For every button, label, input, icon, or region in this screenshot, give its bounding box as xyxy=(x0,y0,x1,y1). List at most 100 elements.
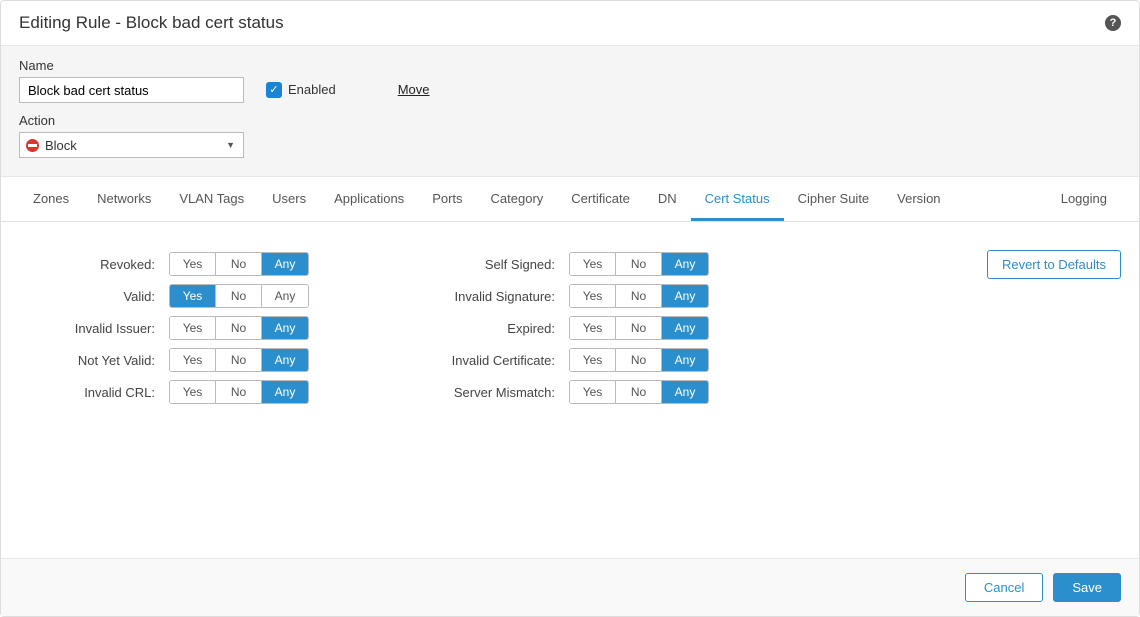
segmented-control: YesNoAny xyxy=(169,252,309,276)
tab-networks[interactable]: Networks xyxy=(83,177,165,221)
segment-any[interactable]: Any xyxy=(662,381,708,403)
name-field-block: Name xyxy=(19,58,244,103)
status-row: Server Mismatch:YesNoAny xyxy=(379,378,709,406)
segmented-control: YesNoAny xyxy=(569,348,709,372)
segment-no[interactable]: No xyxy=(216,381,262,403)
status-column-left: Revoked:YesNoAnyValid:YesNoAnyInvalid Is… xyxy=(19,250,309,530)
rule-dialog: Editing Rule - Block bad cert status ? N… xyxy=(0,0,1140,617)
segment-yes[interactable]: Yes xyxy=(170,349,216,371)
tab-category[interactable]: Category xyxy=(477,177,558,221)
form-area: Name ✓ Enabled Move Action Block ▼ xyxy=(1,46,1139,177)
action-select[interactable]: Block ▼ xyxy=(19,132,244,158)
segment-yes[interactable]: Yes xyxy=(570,285,616,307)
tab-zones[interactable]: Zones xyxy=(19,177,83,221)
segment-yes[interactable]: Yes xyxy=(170,253,216,275)
status-row: Invalid Signature:YesNoAny xyxy=(379,282,709,310)
segmented-control: YesNoAny xyxy=(569,316,709,340)
tab-cipher-suite[interactable]: Cipher Suite xyxy=(784,177,884,221)
segment-no[interactable]: No xyxy=(216,317,262,339)
segment-no[interactable]: No xyxy=(216,285,262,307)
segmented-control: YesNoAny xyxy=(169,380,309,404)
segment-any[interactable]: Any xyxy=(662,349,708,371)
segment-no[interactable]: No xyxy=(216,349,262,371)
status-row: Not Yet Valid:YesNoAny xyxy=(19,346,309,374)
status-column-right: Self Signed:YesNoAnyInvalid Signature:Ye… xyxy=(379,250,709,530)
segment-any[interactable]: Any xyxy=(262,317,308,339)
segmented-control: YesNoAny xyxy=(169,316,309,340)
dialog-title: Editing Rule - Block bad cert status xyxy=(19,13,284,33)
segmented-control: YesNoAny xyxy=(569,380,709,404)
segment-yes[interactable]: Yes xyxy=(170,381,216,403)
segment-yes[interactable]: Yes xyxy=(570,381,616,403)
status-row: Self Signed:YesNoAny xyxy=(379,250,709,278)
segmented-control: YesNoAny xyxy=(569,252,709,276)
status-row: Valid:YesNoAny xyxy=(19,282,309,310)
status-label: Invalid Certificate: xyxy=(379,353,569,368)
segment-no[interactable]: No xyxy=(616,317,662,339)
status-row: Expired:YesNoAny xyxy=(379,314,709,342)
segmented-control: YesNoAny xyxy=(169,284,309,308)
status-row: Invalid CRL:YesNoAny xyxy=(19,378,309,406)
status-label: Self Signed: xyxy=(379,257,569,272)
segment-no[interactable]: No xyxy=(616,253,662,275)
tab-dn[interactable]: DN xyxy=(644,177,691,221)
name-row: Name ✓ Enabled Move xyxy=(19,58,1121,103)
status-label: Invalid Signature: xyxy=(379,289,569,304)
status-label: Invalid Issuer: xyxy=(19,321,169,336)
cancel-button[interactable]: Cancel xyxy=(965,573,1043,602)
segment-any[interactable]: Any xyxy=(662,285,708,307)
segment-yes[interactable]: Yes xyxy=(570,349,616,371)
tab-users[interactable]: Users xyxy=(258,177,320,221)
revert-button[interactable]: Revert to Defaults xyxy=(987,250,1121,279)
name-label: Name xyxy=(19,58,244,73)
segment-no[interactable]: No xyxy=(616,381,662,403)
tabs-bar: ZonesNetworksVLAN TagsUsersApplicationsP… xyxy=(1,177,1139,222)
tab-logging[interactable]: Logging xyxy=(1047,177,1121,221)
enabled-checkbox-wrap: ✓ Enabled xyxy=(266,82,336,98)
help-icon[interactable]: ? xyxy=(1105,15,1121,31)
status-label: Valid: xyxy=(19,289,169,304)
segment-no[interactable]: No xyxy=(616,349,662,371)
chevron-down-icon: ▼ xyxy=(226,140,235,150)
status-label: Server Mismatch: xyxy=(379,385,569,400)
segment-no[interactable]: No xyxy=(216,253,262,275)
segment-any[interactable]: Any xyxy=(662,317,708,339)
segment-yes[interactable]: Yes xyxy=(570,253,616,275)
action-value: Block xyxy=(45,138,77,153)
tab-vlan-tags[interactable]: VLAN Tags xyxy=(165,177,258,221)
status-row: Revoked:YesNoAny xyxy=(19,250,309,278)
enabled-label: Enabled xyxy=(288,82,336,97)
segmented-control: YesNoAny xyxy=(569,284,709,308)
segment-yes[interactable]: Yes xyxy=(170,317,216,339)
segment-yes[interactable]: Yes xyxy=(170,285,216,307)
status-label: Revoked: xyxy=(19,257,169,272)
move-link[interactable]: Move xyxy=(398,82,430,97)
status-row: Invalid Certificate:YesNoAny xyxy=(379,346,709,374)
name-input[interactable] xyxy=(19,77,244,103)
dialog-header: Editing Rule - Block bad cert status ? xyxy=(1,1,1139,46)
action-label: Action xyxy=(19,113,1121,128)
save-button[interactable]: Save xyxy=(1053,573,1121,602)
block-icon xyxy=(26,139,39,152)
enabled-checkbox[interactable]: ✓ xyxy=(266,82,282,98)
tab-cert-status[interactable]: Cert Status xyxy=(691,177,784,221)
tab-certificate[interactable]: Certificate xyxy=(557,177,644,221)
action-field-block: Action Block ▼ xyxy=(19,113,1121,158)
segment-any[interactable]: Any xyxy=(262,285,308,307)
segment-yes[interactable]: Yes xyxy=(570,317,616,339)
segment-any[interactable]: Any xyxy=(662,253,708,275)
segment-any[interactable]: Any xyxy=(262,253,308,275)
segmented-control: YesNoAny xyxy=(169,348,309,372)
tab-ports[interactable]: Ports xyxy=(418,177,476,221)
segment-any[interactable]: Any xyxy=(262,349,308,371)
status-label: Not Yet Valid: xyxy=(19,353,169,368)
segment-no[interactable]: No xyxy=(616,285,662,307)
status-label: Invalid CRL: xyxy=(19,385,169,400)
tab-content: Revoked:YesNoAnyValid:YesNoAnyInvalid Is… xyxy=(1,222,1139,558)
status-label: Expired: xyxy=(379,321,569,336)
dialog-footer: Cancel Save xyxy=(1,558,1139,616)
tab-version[interactable]: Version xyxy=(883,177,954,221)
tab-applications[interactable]: Applications xyxy=(320,177,418,221)
segment-any[interactable]: Any xyxy=(262,381,308,403)
status-row: Invalid Issuer:YesNoAny xyxy=(19,314,309,342)
